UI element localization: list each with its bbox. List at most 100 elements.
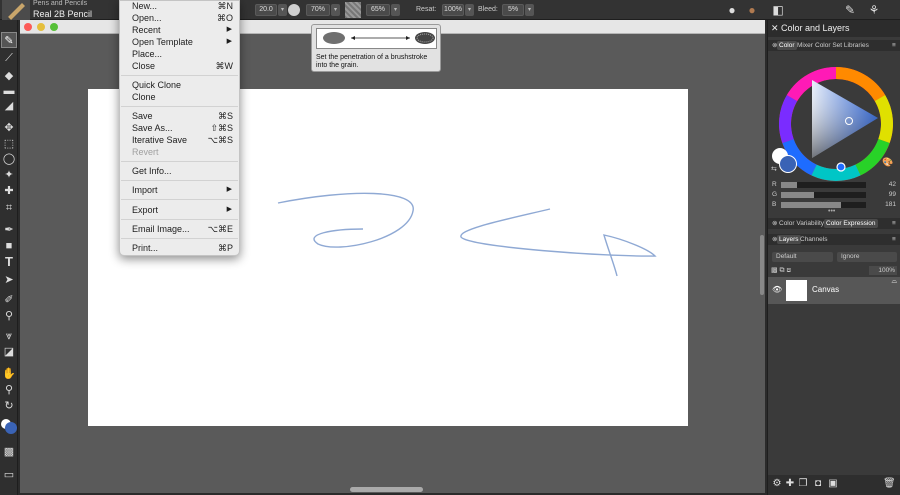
delete-layer-icon[interactable]: 🗑 [883,478,896,490]
mirror-icon[interactable]: ⩔ [1,328,17,344]
brush-selector-icon[interactable] [2,0,30,20]
menu-item-open[interactable]: Open... ⌘O [120,13,239,25]
visibility-eye-icon[interactable]: 👁 [772,285,782,294]
menu-item-save[interactable]: Save ⌘S [120,111,239,123]
grain-icon [345,2,361,18]
fill-tool-icon[interactable]: ▬ [1,83,17,99]
tab-color-set-libraries[interactable]: Color Set Libraries [813,41,871,50]
shape-selection-icon[interactable]: ➤ [1,272,17,288]
tab-color-variability[interactable]: Color Variability [777,219,826,228]
transform-icon[interactable]: ✚ [1,183,17,199]
divine-proportion-icon[interactable]: ◪ [1,344,17,360]
panel-menu-icon[interactable]: ≡ [890,219,898,228]
stroke-chevron [460,208,657,277]
red-slider[interactable]: R 42 [768,180,900,189]
color-sub-tab-row: ⊗ Color Variability Color Expression ≡ [768,218,900,229]
text-tool-icon[interactable]: T [1,254,17,270]
magic-wand-tool-icon[interactable]: ✦ [1,167,17,183]
tab-mixer[interactable]: Mixer [795,41,815,50]
layer-mask-icon[interactable]: ◘ [812,478,824,490]
close-window-button[interactable] [24,23,32,31]
brush-tools-icon[interactable]: ✎ [842,2,858,18]
eyedropper-palette-icon[interactable]: 🎨 [882,157,893,168]
layer-adjuster-icon[interactable]: ✥ [1,120,17,136]
menu-item-print[interactable]: Print... ⌘P [120,243,239,255]
menu-item-email-image[interactable]: Email Image... ⌥⌘E [120,224,239,236]
zoom-window-button[interactable] [50,23,58,31]
grain-dropdown[interactable]: ▾ [391,4,400,16]
tab-channels[interactable]: Channels [798,235,829,244]
menu-item-import[interactable]: Import ▶ [120,185,239,197]
menu-item-export[interactable]: Export ▶ [120,205,239,217]
cloner-icon[interactable]: ✐ [1,292,17,308]
panel-menu-icon[interactable]: ≡ [890,235,898,244]
resat-field[interactable]: 100% [442,4,464,16]
eraser-tool-icon[interactable]: ◢ [1,98,17,114]
brush-variant[interactable]: Real 2B Pencil [33,9,92,19]
layer-opacity-field[interactable]: 100% [869,266,897,275]
composite-method-select[interactable]: Default [772,252,833,262]
bleed-dropdown[interactable]: ▾ [525,4,534,16]
dynamic-plugins-icon[interactable]: ✚ [784,478,796,490]
swap-colors-icon[interactable]: ⇆ [771,165,777,173]
menu-item-place[interactable]: Place... [120,49,239,61]
menu-item-clone[interactable]: Clone [120,92,239,104]
composite-depth-select[interactable]: Ignore [837,252,897,262]
menu-item-revert: Revert [132,147,159,157]
layer-row-canvas[interactable]: 👁 Canvas ⌓ [768,277,900,304]
tab-color[interactable]: Color [777,41,797,50]
close-panel-icon[interactable]: ✕ [771,20,779,37]
menu-item-save-as[interactable]: Save As... ⇧⌘S [120,123,239,135]
paper-texture-icon[interactable]: ● [744,2,760,18]
screen-mode-icon[interactable]: ▭ [1,467,17,483]
tab-layers[interactable]: Layers [777,235,801,244]
menu-item-new[interactable]: New... ⌘N [120,1,239,13]
tooltip-text: Set the penetration of a brushstroke int… [316,54,428,69]
menu-item-open-template[interactable]: Open Template ▶ [120,37,239,49]
tab-color-expression[interactable]: Color Expression [824,219,878,228]
menu-item-close[interactable]: Close ⌘W [120,61,239,73]
lasso-icon[interactable]: ◯ [1,151,17,167]
panel-resize-handle[interactable]: ••• [828,208,835,215]
brush-tool-icon[interactable]: ✎ [1,32,17,48]
layers-bottom-toolbar: ⚙ ✚ ❐ ◘ ▣ 🗑 [768,475,900,495]
opacity-field[interactable]: 70% [306,4,330,16]
size-dropdown[interactable]: ▾ [278,4,287,16]
vertical-scroll-thumb[interactable] [760,235,764,295]
menu-item-recent[interactable]: Recent ▶ [120,25,239,37]
opacity-dropdown[interactable]: ▾ [331,4,340,16]
rotate-page-icon[interactable]: ↻ [1,398,17,414]
menu-item-get-info[interactable]: Get Info... [120,166,239,178]
pen-tool-icon[interactable]: ✒ [1,222,17,238]
minimize-window-button[interactable] [37,23,45,31]
dropper-tool-icon[interactable]: ⟋ [1,50,17,66]
bleed-field[interactable]: 5% [502,4,524,16]
horizontal-scroll-thumb[interactable] [350,487,423,492]
resat-dropdown[interactable]: ▾ [465,4,474,16]
rectangle-select-icon[interactable]: ⬚ [1,136,17,152]
panel-menu-icon[interactable]: ≡ [890,41,898,50]
new-layer-icon[interactable]: ▣ [827,478,839,490]
size-field[interactable]: 20.0 [255,4,277,16]
magic-wand-icon[interactable]: ⚘ [866,2,882,18]
grabber-icon[interactable]: ✋ [1,366,17,382]
panel-toggle-icon[interactable]: ◧ [770,2,786,18]
crop-icon[interactable]: ⌗ [1,200,17,216]
grain-field[interactable]: 65% [366,4,390,16]
new-layer-group-icon[interactable]: ❐ [797,478,809,490]
paper-swatch-icon[interactable]: ▩ [1,444,17,460]
menu-item-iterative-save[interactable]: Iterative Save ⌥⌘S [120,135,239,147]
brush-category[interactable]: Pens and Pencils [33,0,87,7]
layer-commands-icon[interactable]: ⚙ [771,478,783,490]
green-slider[interactable]: G 99 [768,190,900,199]
layer-lock-icons[interactable]: ▩ ⧉ ⧈ [771,266,791,275]
menu-item-quick-clone[interactable]: Quick Clone [120,80,239,92]
layer-options-icon[interactable]: ⌓ [891,278,897,286]
color-swatches-icon[interactable] [1,418,17,434]
main-color-swatch[interactable] [779,155,797,173]
paint-bucket-icon[interactable]: ◆ [1,68,17,84]
magnifier-icon[interactable]: ⚲ [1,382,17,398]
shape-tool-icon[interactable]: ■ [1,238,17,254]
rubber-stamp-icon[interactable]: ⚲ [1,308,17,324]
dab-preview-icon[interactable]: ● [724,2,740,18]
